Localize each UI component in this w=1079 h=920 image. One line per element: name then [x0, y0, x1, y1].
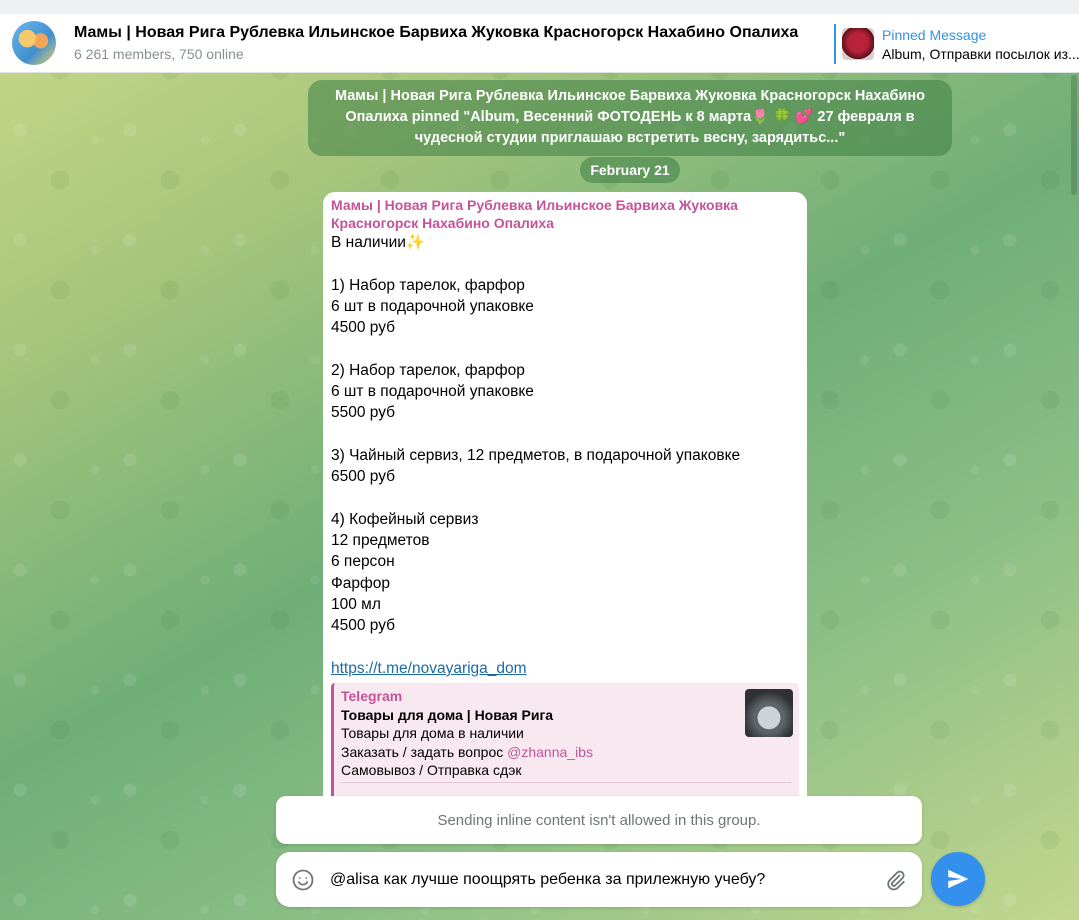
message-line: 3) Чайный сервиз, 12 предметов, в подаро… [331, 446, 741, 464]
link-preview-divider [341, 782, 791, 784]
message-line: 4) Кофейный сервиз [331, 510, 479, 528]
link-preview-text: Заказать / задать вопрос [341, 743, 508, 760]
send-button[interactable] [931, 852, 985, 906]
link-preview-site: Telegram [341, 688, 403, 705]
message-link[interactable]: https://t.me/novayariga_dom [331, 658, 527, 679]
message-line: 6 шт в подарочной упаковке [331, 297, 534, 315]
link-preview-line: Товары для дома в наличии [341, 725, 524, 742]
pinned-message-label: Pinned Message [882, 26, 987, 43]
message-bubble[interactable]: Мамы | Новая Рига Рублевка Ильинское Бар… [323, 192, 807, 802]
message-line [331, 253, 799, 274]
chat-header[interactable]: Мамы | Новая Рига Рублевка Ильинское Бар… [0, 14, 1079, 73]
message-line: 2) Набор тарелок, фарфор [331, 361, 525, 379]
chat-info[interactable]: Мамы | Новая Рига Рублевка Ильинское Бар… [74, 24, 798, 62]
smile-icon [292, 869, 314, 890]
send-icon [948, 869, 969, 889]
message-line [331, 338, 799, 359]
message-line: 6 персон [331, 553, 395, 571]
window-top-strip [0, 0, 1079, 14]
message-line: 5500 руб [331, 404, 396, 422]
pinned-message-text: Pinned Message Album, Отправки посылок и… [882, 27, 1079, 62]
chat-title: Мамы | Новая Рига Рублевка Ильинское Бар… [74, 24, 799, 41]
message-line: Фарфор [331, 574, 391, 592]
message-line [331, 637, 799, 658]
pinned-message-bar[interactable]: Pinned Message Album, Отправки посылок и… [834, 24, 1079, 64]
message-sender[interactable]: Мамы | Новая Рига Рублевка Ильинское Бар… [331, 196, 799, 232]
date-separator: February 21 [580, 157, 680, 183]
link-preview-mention[interactable]: @zhanna_ibs [507, 744, 593, 760]
service-message-pinned[interactable]: Мамы | Новая Рига Рублевка Ильинское Бар… [308, 80, 952, 156]
attach-button[interactable] [880, 865, 910, 895]
chat-members-status: 6 261 members, 750 online [74, 46, 244, 62]
message-composer[interactable] [276, 852, 922, 907]
link-preview-line: Самовывоз / Отправка сдэк [341, 762, 522, 779]
message-text: В наличии✨ 1) Набор тарелок, фарфор 6 шт в… [331, 232, 799, 658]
message-line: 4500 руб [331, 617, 396, 635]
inline-content-notice: Sending inline content isn't allowed in … [276, 796, 922, 844]
message-line [331, 424, 799, 445]
message-line [331, 488, 799, 509]
message-line: 6500 руб [331, 468, 396, 486]
chat-avatar[interactable] [12, 21, 56, 65]
pinned-message-thumbnail [842, 28, 874, 60]
message-line: 4500 руб [331, 319, 396, 337]
emoji-button[interactable] [288, 865, 318, 895]
message-line: 6 шт в подарочной упаковке [331, 383, 534, 401]
link-preview-line: Заказать / задать вопрос @zhanna_ibs [341, 743, 791, 762]
chat-scrollbar[interactable] [1071, 75, 1077, 195]
link-preview-title: Товары для дома | Новая Рига [341, 707, 554, 724]
link-preview[interactable]: Telegram Товары для дома | Новая Рига То… [331, 683, 799, 802]
message-line: В наличии✨ [331, 234, 426, 251]
link-preview-thumbnail [745, 689, 793, 738]
message-line: 100 мл [331, 596, 381, 614]
message-line: 1) Набор тарелок, фарфор [331, 276, 525, 294]
pinned-message-preview: Album, Отправки посылок из... [882, 45, 1079, 62]
message-line: 12 предметов [331, 532, 430, 550]
message-input[interactable] [330, 870, 880, 889]
paperclip-icon [887, 870, 905, 890]
